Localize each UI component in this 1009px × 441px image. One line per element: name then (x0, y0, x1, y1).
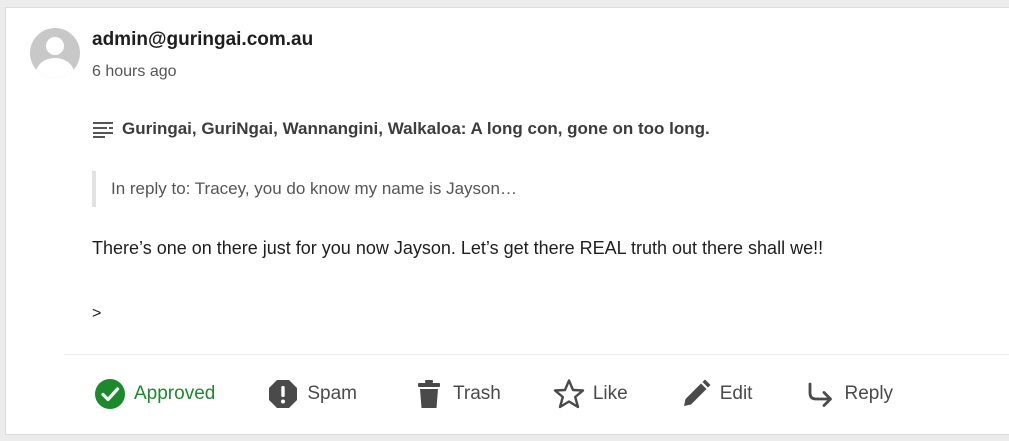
reply-label: Reply (844, 383, 894, 404)
comment-card: admin@guringai.com.au 6 hours ago Guring… (5, 7, 1009, 435)
trash-icon (413, 378, 445, 410)
reply-to-text: In reply to: Tracey, you do know my name… (111, 179, 517, 198)
like-label: Like (592, 383, 628, 404)
spam-label: Spam (307, 383, 357, 404)
post-title[interactable]: Guringai, GuriNgai, Wannangini, Walkaloa… (122, 119, 710, 139)
reply-arrow-icon (804, 378, 836, 410)
divider (64, 354, 1009, 355)
post-lines-icon (92, 120, 114, 138)
trash-button[interactable]: Trash (413, 378, 501, 410)
avatar-head (46, 37, 64, 55)
reply-button[interactable]: Reply (804, 378, 893, 410)
star-outline-icon (553, 378, 585, 410)
like-button[interactable]: Like (553, 378, 628, 410)
comment-body: There’s one on there just for you now Ja… (92, 238, 824, 258)
comment-body-extra: > (92, 305, 102, 322)
check-circle-icon (94, 378, 126, 410)
reply-to-quote: In reply to: Tracey, you do know my name… (92, 171, 517, 207)
edit-label: Edit (719, 383, 753, 404)
comment-timestamp[interactable]: 6 hours ago (92, 63, 177, 81)
trash-label: Trash (452, 383, 501, 404)
comment-author[interactable]: admin@guringai.com.au (92, 29, 313, 51)
approved-button[interactable]: Approved (94, 378, 215, 410)
avatar-shoulders (36, 58, 74, 78)
pencil-icon (680, 378, 712, 410)
spam-button[interactable]: Spam (267, 378, 357, 410)
comment-actions: Approved Spam Trash Like Edit Reply (94, 374, 893, 414)
post-link[interactable]: Guringai, GuriNgai, Wannangini, Walkaloa… (92, 119, 710, 139)
alert-octagon-icon (267, 378, 299, 410)
approved-label: Approved (134, 383, 216, 404)
edit-button[interactable]: Edit (680, 378, 753, 410)
avatar (30, 28, 80, 78)
